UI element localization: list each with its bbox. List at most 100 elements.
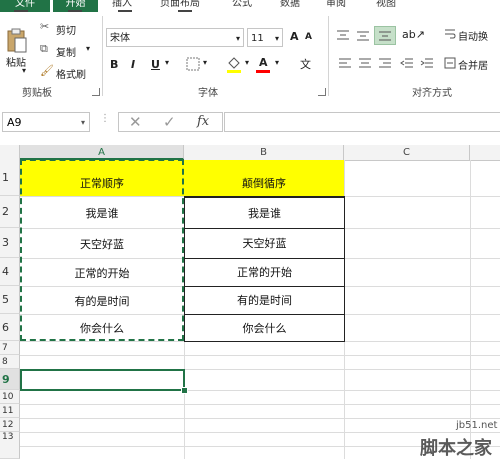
copy-button[interactable]: 复制: [56, 44, 76, 59]
font-name-select[interactable]: 宋体 ▾: [106, 28, 244, 47]
cell-b1[interactable]: 颠倒循序: [184, 160, 344, 196]
bold-button[interactable]: B: [110, 58, 118, 71]
gridline: [20, 418, 500, 419]
middle-align-icon[interactable]: [356, 30, 370, 42]
cell-a5[interactable]: 有的是时间: [20, 287, 184, 314]
formula-input[interactable]: [224, 112, 500, 132]
watermark-url: jb51.net: [456, 420, 498, 431]
tab-view[interactable]: 视图: [376, 0, 396, 12]
copy-icon[interactable]: ⧉: [40, 42, 48, 56]
row-header[interactable]: 8: [0, 355, 20, 369]
gridline: [20, 432, 500, 433]
font-color-swatch: [256, 70, 270, 73]
cell-a6[interactable]: 你会什么: [20, 315, 184, 341]
fill-color-icon[interactable]: [226, 54, 242, 74]
column-headers: A B C: [0, 145, 500, 161]
underline-button[interactable]: U: [151, 58, 160, 71]
borders-icon[interactable]: [186, 57, 200, 71]
divider: [102, 16, 103, 96]
tab-formulas[interactable]: 公式: [232, 0, 252, 12]
clipboard-group-label: 剪贴板: [22, 88, 52, 99]
row-header[interactable]: 3: [0, 228, 20, 258]
shrink-font-icon[interactable]: A: [305, 32, 312, 42]
column-header-c[interactable]: C: [344, 145, 470, 160]
cell-a2[interactable]: 我是谁: [20, 197, 184, 228]
format-painter-button[interactable]: 格式刷: [56, 66, 86, 81]
font-size-dropdown-icon[interactable]: ▾: [275, 29, 279, 48]
row-header-selected[interactable]: 9: [0, 369, 20, 390]
active-cell-a9[interactable]: [20, 369, 185, 391]
orientation-icon[interactable]: ab↗: [402, 28, 425, 41]
grow-font-icon[interactable]: A: [290, 30, 299, 43]
row-header[interactable]: 12: [0, 418, 20, 432]
merge-center-icon[interactable]: [444, 57, 456, 69]
row-header[interactable]: 6: [0, 314, 20, 341]
formula-bar-grip-icon[interactable]: ⋮: [100, 113, 110, 124]
font-launcher-icon[interactable]: [318, 88, 326, 96]
font-name-dropdown-icon[interactable]: ▾: [236, 29, 240, 48]
align-right-icon[interactable]: [378, 58, 392, 70]
name-box-dropdown-icon[interactable]: ▾: [81, 113, 85, 133]
name-box[interactable]: A9 ▾: [2, 112, 90, 132]
column-header-b[interactable]: B: [184, 145, 344, 160]
ribbon: 粘贴 ▾ ✂ 剪切 ⧉ 复制 ▾ 🖌 格式刷 剪贴板 宋体 ▾ 11 ▾ A A…: [0, 12, 500, 105]
alignment-group-label: 对齐方式: [412, 88, 452, 99]
column-header-d[interactable]: [470, 145, 500, 160]
tab-data[interactable]: 数据: [280, 0, 300, 12]
phonetic-icon[interactable]: 文: [300, 56, 311, 72]
font-size-select[interactable]: 11 ▾: [247, 28, 283, 47]
row-header[interactable]: 2: [0, 196, 20, 228]
cut-button[interactable]: 剪切: [56, 22, 76, 37]
fill-color-dropdown-icon[interactable]: ▾: [245, 58, 249, 67]
confirm-entry-icon[interactable]: ✓: [163, 113, 176, 131]
format-painter-icon[interactable]: 🖌: [40, 64, 54, 77]
divider: [328, 16, 329, 96]
copy-dropdown-icon[interactable]: ▾: [86, 44, 90, 53]
row-header[interactable]: 5: [0, 286, 20, 314]
select-all-corner[interactable]: [0, 145, 20, 160]
row-header[interactable]: 11: [0, 404, 20, 418]
bottom-align-button[interactable]: [374, 26, 396, 45]
cell-b5[interactable]: 有的是时间: [184, 286, 345, 315]
cut-icon[interactable]: ✂: [40, 20, 49, 33]
cell-a3[interactable]: 天空好蓝: [20, 229, 184, 258]
wrap-text-icon[interactable]: [444, 28, 456, 40]
font-color-icon[interactable]: A: [259, 56, 268, 69]
fill-handle[interactable]: [181, 387, 188, 394]
font-size-value: 11: [251, 33, 264, 44]
cell-b4[interactable]: 正常的开始: [184, 258, 345, 287]
italic-button[interactable]: I: [131, 58, 135, 71]
align-left-icon[interactable]: [338, 58, 352, 70]
merge-center-button[interactable]: 合并居: [458, 57, 488, 72]
row-header[interactable]: 4: [0, 258, 20, 286]
gridline: [20, 355, 500, 356]
cancel-entry-icon[interactable]: ✕: [129, 113, 142, 131]
gridline: [470, 160, 471, 459]
font-color-dropdown-icon[interactable]: ▾: [275, 58, 279, 67]
cell-b2[interactable]: 我是谁: [184, 196, 345, 229]
underline-dropdown-icon[interactable]: ▾: [165, 58, 169, 67]
font-name-value: 宋体: [110, 33, 130, 44]
insert-function-button[interactable]: fx: [197, 114, 209, 129]
row-header[interactable]: 7: [0, 341, 20, 355]
borders-dropdown-icon[interactable]: ▾: [203, 58, 207, 67]
row-header[interactable]: 13: [0, 432, 20, 459]
wrap-text-button[interactable]: 自动换: [458, 28, 488, 43]
align-center-icon[interactable]: [358, 58, 372, 70]
row-header[interactable]: 1: [0, 160, 20, 196]
formula-buttons: ✕ ✓ fx: [118, 112, 223, 132]
row-header[interactable]: 10: [0, 390, 20, 404]
paste-dropdown-icon[interactable]: ▾: [22, 66, 26, 75]
cell-a4[interactable]: 正常的开始: [20, 259, 184, 286]
bottom-align-icon: [379, 31, 391, 41]
top-align-icon[interactable]: [336, 30, 350, 42]
cell-b3[interactable]: 天空好蓝: [184, 228, 345, 259]
tab-review[interactable]: 审阅: [326, 0, 346, 12]
clipboard-launcher-icon[interactable]: [92, 88, 100, 96]
cell-b6[interactable]: 你会什么: [184, 314, 345, 342]
decrease-indent-icon[interactable]: [400, 58, 414, 70]
paste-icon[interactable]: [6, 28, 28, 54]
increase-indent-icon[interactable]: [420, 58, 434, 70]
cell-a1[interactable]: 正常顺序: [20, 160, 184, 196]
column-header-a[interactable]: A: [20, 145, 184, 160]
